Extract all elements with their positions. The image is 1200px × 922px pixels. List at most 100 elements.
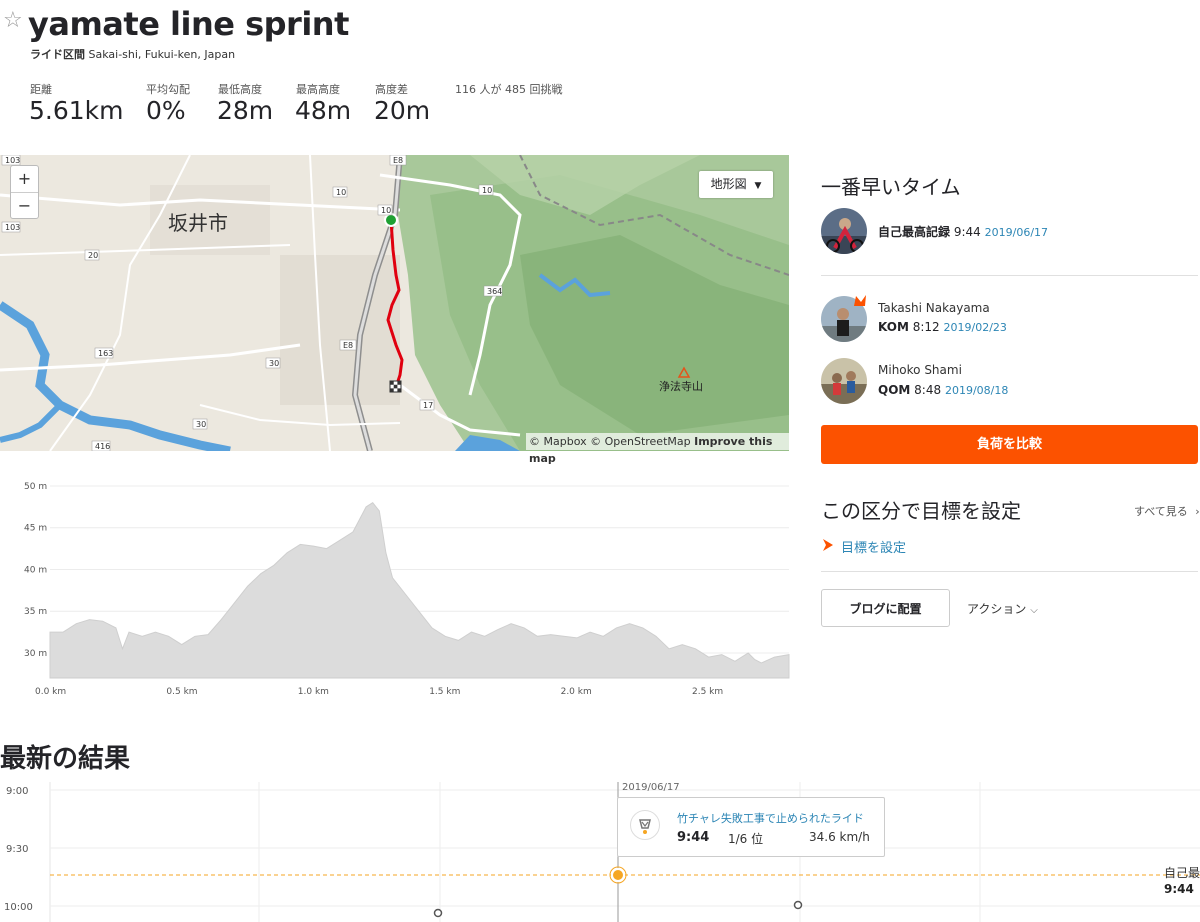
- stat-elev-diff-label: 高度差: [375, 83, 408, 96]
- road-label-10a: 10: [336, 188, 346, 197]
- map-city-label: 坂井市: [168, 211, 228, 235]
- result-point[interactable]: [793, 900, 803, 910]
- map-mountain-label: 浄法寺山: [659, 379, 703, 393]
- zoom-in-button[interactable]: +: [11, 166, 38, 193]
- trophy-badge-icon: [630, 810, 660, 840]
- stat-grade-value: 0%: [146, 96, 186, 125]
- elevation-profile[interactable]: 50 m 45 m 40 m 35 m 30 m 0.0 km 0.5 km 1.0 km 1…: [0, 472, 792, 700]
- divider: [821, 571, 1198, 572]
- results-ytick: 9:00: [6, 786, 28, 797]
- pr-time: 9:44: [953, 225, 981, 239]
- elevation-xtick: 1.5 km: [429, 687, 460, 697]
- see-all-label: すべて見る: [1134, 505, 1188, 518]
- pr-marker-time: 9:44: [1164, 882, 1194, 896]
- qom-record: QOM 8:48 2019/08/18: [878, 383, 1008, 397]
- map-type-dropdown[interactable]: 地形図 ▼: [699, 171, 773, 198]
- results-ytick: 9:30: [6, 844, 28, 855]
- result-time: 9:44: [677, 830, 710, 845]
- favorite-star-icon[interactable]: ☆: [3, 10, 23, 32]
- result-speed: 34.6 km/h: [809, 830, 870, 844]
- qom-athlete-name[interactable]: Mihoko Shami: [878, 363, 962, 377]
- selected-result-point[interactable]: [611, 868, 625, 882]
- result-date: 2019/06/17: [622, 782, 680, 793]
- pr-label: 自己最高記録: [878, 225, 951, 239]
- elevation-xtick: 2.0 km: [561, 687, 592, 697]
- qom-date-link[interactable]: 2019/08/18: [945, 384, 1008, 397]
- kom-label: KOM: [878, 320, 909, 334]
- elevation-ytick: 35 m: [24, 607, 47, 617]
- road-label-e8: E8: [393, 156, 403, 165]
- results-chart[interactable]: 9:00 9:30 10:00 自己最 9:44: [0, 778, 1200, 922]
- segment-location: Sakai-shi, Fukui-ken, Japan: [88, 48, 236, 61]
- pr-date-link[interactable]: 2019/06/17: [985, 226, 1048, 239]
- stat-distance-label: 距離: [30, 83, 52, 96]
- road-label-17: 17: [423, 401, 433, 410]
- elevation-ytick: 50 m: [24, 482, 47, 492]
- segment-title: yamate line sprint: [28, 5, 349, 43]
- segment-type: ライド区間: [30, 48, 85, 61]
- chevron-right-icon: ›: [1195, 505, 1200, 518]
- segment-subtitle: ライド区間 Sakai-shi, Fukui-ken, Japan: [30, 46, 235, 62]
- compare-effort-button[interactable]: 負荷を比較: [821, 425, 1198, 464]
- road-label-103b: 103: [5, 223, 20, 232]
- set-goal-heading: この区分で目標を設定: [821, 499, 1021, 523]
- result-popup[interactable]: 竹チャレ失敗工事で止められたライド 9:44 1/6 位 34.6 km/h: [617, 797, 885, 857]
- elevation-xtick: 0.5 km: [166, 687, 197, 697]
- stat-highest-value: 48m: [295, 96, 352, 125]
- attempts-count: 116 人が 485 回挑戦: [455, 83, 563, 96]
- road-label-30b: 30: [196, 420, 206, 429]
- kom-record: KOM 8:12 2019/02/23: [878, 320, 1007, 334]
- kom-date-link[interactable]: 2019/02/23: [944, 321, 1007, 334]
- attribution-text[interactable]: © Mapbox © OpenStreetMap: [529, 435, 691, 448]
- road-label-30: 30: [269, 359, 279, 368]
- stat-grade-label: 平均勾配: [146, 83, 190, 96]
- qom-time: 8:48: [914, 383, 942, 397]
- road-label-416: 416: [95, 442, 110, 451]
- road-label-20: 20: [88, 251, 98, 260]
- divider: [821, 275, 1198, 276]
- segment-map[interactable]: 坂井市 浄法寺山 103 E8 10 10 10 103 20 364 E8 1…: [0, 155, 789, 451]
- map-type-label: 地形図: [710, 177, 747, 191]
- road-label-163: 163: [98, 349, 113, 358]
- caret-down-icon: ▼: [754, 181, 762, 191]
- elevation-ytick: 40 m: [24, 565, 47, 575]
- map-attribution: © Mapbox © OpenStreetMap Improve this ma…: [526, 433, 789, 465]
- kom-time: 8:12: [912, 320, 940, 334]
- personal-avatar[interactable]: [821, 208, 867, 254]
- see-all-link[interactable]: すべて見る ›: [1134, 503, 1200, 519]
- road-label-103: 103: [5, 156, 20, 165]
- goal-chevron-icon: [822, 537, 834, 556]
- map-zoom-control: + −: [10, 165, 39, 219]
- kom-athlete-name[interactable]: Takashi Nakayama: [878, 301, 990, 315]
- stat-highest-label: 最高高度: [296, 83, 340, 96]
- pr-marker-label: 自己最: [1164, 866, 1200, 880]
- activity-link[interactable]: 竹チャレ失敗工事で止められたライド: [677, 810, 864, 826]
- chevron-down-icon: ⌵: [1030, 605, 1038, 616]
- recent-results-heading: 最新の結果: [0, 744, 131, 774]
- actions-dropdown[interactable]: アクション ⌵: [967, 600, 1038, 617]
- elevation-ytick: 30 m: [24, 649, 47, 659]
- elevation-xtick: 0.0 km: [35, 687, 66, 697]
- qom-avatar[interactable]: [821, 358, 867, 404]
- stat-lowest-label: 最低高度: [218, 83, 262, 96]
- fastest-times-heading: 一番早いタイム: [821, 175, 961, 199]
- kom-crown-icon: [852, 293, 868, 307]
- set-goal-link[interactable]: 目標を設定: [841, 537, 906, 556]
- elevation-xtick: 1.0 km: [298, 687, 329, 697]
- embed-blog-button[interactable]: ブログに配置: [821, 589, 950, 627]
- road-label-10c: 10: [482, 186, 492, 195]
- personal-record: 自己最高記録 9:44 2019/06/17: [878, 223, 1048, 240]
- elevation-xtick: 2.5 km: [692, 687, 723, 697]
- result-point[interactable]: [433, 908, 443, 918]
- results-ytick: 10:00: [4, 902, 33, 913]
- road-label-364: 364: [487, 287, 502, 296]
- road-label-e8b: E8: [343, 341, 353, 350]
- zoom-out-button[interactable]: −: [11, 193, 38, 219]
- result-rank: 1/6 位: [728, 832, 764, 846]
- qom-label: QOM: [878, 383, 911, 397]
- actions-label: アクション: [967, 602, 1027, 616]
- stat-distance-value: 5.61km: [29, 96, 124, 125]
- road-label-10b: 10: [381, 206, 391, 215]
- stat-elev-diff-value: 20m: [374, 96, 431, 125]
- elevation-area: [49, 502, 790, 679]
